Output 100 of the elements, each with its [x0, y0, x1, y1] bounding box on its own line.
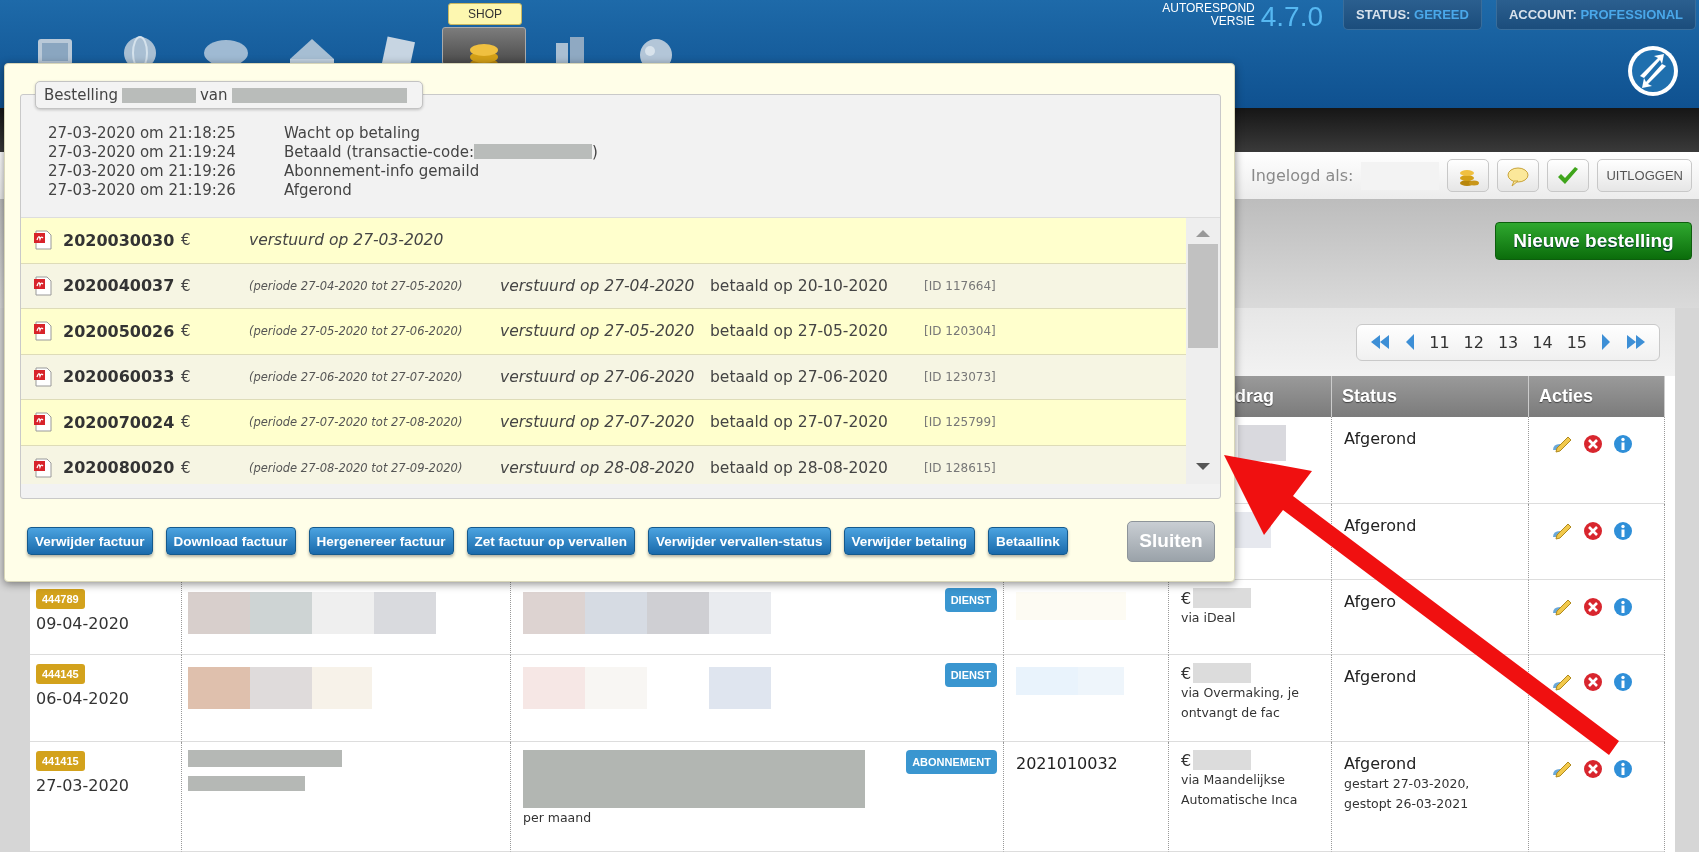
- delete-icon[interactable]: [1583, 597, 1603, 617]
- blurred-block: [374, 592, 436, 634]
- logged-in-label: Ingelogd als:: [1250, 166, 1354, 185]
- edit-icon[interactable]: [1551, 672, 1573, 692]
- invoice-row[interactable]: 2020050026 € (periode 27-05-2020 tot 27-06-2020) verstuurd op 27-05-2020 betaald op 27-05-2020 [ID 120304]: [21, 309, 1186, 355]
- status-text: Afgero: [1344, 592, 1398, 612]
- paid-date: betaald op 28-08-2020: [710, 458, 889, 477]
- version-label: AUTORESPOND: [1162, 2, 1255, 15]
- status-button[interactable]: ACCOUNT: PROFESSIONAL: [1495, 0, 1696, 30]
- invoice-number: 2020080020: [63, 458, 176, 478]
- currency-sign: €: [181, 367, 192, 386]
- blurred-block: [312, 667, 372, 709]
- status-text: Afgerond: [1344, 429, 1418, 449]
- info-icon[interactable]: [1613, 672, 1633, 692]
- info-icon[interactable]: [1613, 597, 1633, 617]
- invoice-row[interactable]: 2020070024 € (periode 27-07-2020 tot 27-08-2020) verstuurd op 27-07-2020 betaald op 27-07-2020 [ID 125799]: [21, 400, 1186, 446]
- currency-sign: €: [1181, 588, 1192, 608]
- log-event: Wacht op betaling: [284, 123, 421, 142]
- first-page-button[interactable]: [1369, 333, 1392, 351]
- delete-icon[interactable]: [1583, 759, 1603, 779]
- currency-sign: €: [181, 458, 192, 477]
- pdf-icon[interactable]: [34, 366, 52, 387]
- action-button[interactable]: Verwijder vervallen-status: [647, 527, 831, 555]
- blurred-block: [188, 667, 250, 709]
- currency-sign: €: [1181, 663, 1192, 683]
- new-order-button[interactable]: Nieuwe bestelling: [1495, 222, 1692, 260]
- edit-icon[interactable]: [1551, 759, 1573, 779]
- scroll-down-icon[interactable]: [1195, 462, 1211, 472]
- status-button[interactable]: STATUS: GEREED: [1343, 0, 1482, 30]
- action-button[interactable]: Zet factuur op vervallen: [466, 527, 635, 555]
- blurred-block: [188, 592, 250, 634]
- delete-icon[interactable]: [1583, 672, 1603, 692]
- next-page-button[interactable]: [1601, 333, 1611, 351]
- edit-icon[interactable]: [1551, 434, 1573, 454]
- version-label: VERSIE: [1209, 15, 1255, 28]
- invoice-row[interactable]: 2020080020 € (periode 27-08-2020 tot 27-09-2020) verstuurd op 28-08-2020 betaald op 28-08-2020 [ID 128615]: [21, 445, 1186, 484]
- blurred-block: [585, 592, 647, 634]
- invoice-row[interactable]: 2020040037 € (periode 27-04-2020 tot 27-05-2020) verstuurd op 27-04-2020 betaald op 20-10-2020 [ID 117664]: [21, 263, 1186, 309]
- info-icon[interactable]: [1613, 521, 1633, 541]
- title-text: Bestelling: [44, 86, 118, 104]
- scrollbar[interactable]: [1186, 218, 1220, 484]
- info-icon[interactable]: [1613, 434, 1633, 454]
- payment-method: via Overmaking, je: [1181, 684, 1300, 702]
- action-button[interactable]: Hergenereer factuur: [308, 527, 454, 555]
- pdf-icon[interactable]: [34, 230, 52, 251]
- blurred-block: [250, 592, 312, 634]
- payment-method: via iDeal: [1181, 609, 1237, 627]
- info-icon[interactable]: [1613, 759, 1633, 779]
- currency-sign: €: [181, 413, 192, 432]
- invoice-number: 2020040037: [63, 276, 176, 296]
- action-button[interactable]: Betaallink: [988, 527, 1068, 555]
- invoice-row[interactable]: 2020030030 € verstuurd op 27-03-2020: [21, 218, 1186, 264]
- invoice-period: (periode 27-05-2020 tot 27-06-2020): [249, 324, 464, 339]
- invoice-row[interactable]: 2020060033 € (periode 27-06-2020 tot 27-07-2020) verstuurd op 27-06-2020 betaald op 27-06-2020 [ID 123073]: [21, 354, 1186, 400]
- status-text: Afgerond: [1344, 667, 1418, 687]
- previous-page-button[interactable]: [1405, 333, 1416, 351]
- delete-icon[interactable]: [1583, 434, 1603, 454]
- action-button[interactable]: Download factuur: [165, 527, 296, 555]
- page-link[interactable]: 13: [1497, 332, 1519, 352]
- blurred-block: [312, 592, 374, 634]
- logout-button[interactable]: UITLOGGEN: [1597, 159, 1692, 192]
- delete-icon[interactable]: [1583, 521, 1603, 541]
- page-link[interactable]: 14: [1532, 332, 1553, 352]
- payment-method: ontvangt de fac: [1181, 704, 1281, 722]
- log-event: Abonnement-info gemaild: [284, 161, 480, 180]
- invoice-id: [ID 120304]: [924, 324, 996, 339]
- invoice-number: 2021010032: [1016, 754, 1119, 773]
- redacted-block: [1193, 750, 1252, 770]
- paid-date: betaald op 27-07-2020: [710, 413, 889, 432]
- invoice-number: 2020030030: [63, 230, 176, 250]
- page-link[interactable]: 12: [1463, 332, 1484, 352]
- invoice-id: [ID 128615]: [924, 460, 996, 475]
- invoice-period: (periode 27-08-2020 tot 27-09-2020): [249, 460, 464, 475]
- pdf-icon[interactable]: [34, 321, 52, 342]
- log-time: 27-03-2020 om 21:19:26: [48, 161, 237, 180]
- action-button[interactable]: Verwijder betaling: [843, 527, 976, 555]
- version-number: 4.7.0: [1260, 2, 1323, 32]
- action-button[interactable]: Verwijder factuur: [27, 527, 153, 555]
- page-link[interactable]: 15: [1566, 332, 1587, 352]
- blurred-block: [523, 667, 585, 709]
- column-header[interactable]: Status: [1332, 386, 1397, 407]
- edit-icon[interactable]: [1551, 521, 1573, 541]
- toolbar-button[interactable]: [1547, 159, 1590, 192]
- log-event: Afgerond: [284, 180, 352, 199]
- invoice-id: [ID 123073]: [924, 369, 996, 384]
- pdf-icon[interactable]: [34, 412, 52, 433]
- sent-date: verstuurd op 27-06-2020: [500, 367, 696, 386]
- tooltip: SHOP: [448, 3, 522, 25]
- scrollbar-thumb[interactable]: [1188, 244, 1218, 348]
- paid-date: betaald op 27-05-2020: [710, 322, 889, 341]
- invoice-number: 2020050026: [63, 321, 176, 341]
- last-page-button[interactable]: [1625, 333, 1647, 351]
- currency-sign: €: [1181, 750, 1192, 770]
- status-text: Afgerond: [1344, 754, 1418, 774]
- pdf-icon[interactable]: [34, 275, 52, 296]
- paid-date: betaald op 20-10-2020: [710, 276, 889, 295]
- toolbar-button[interactable]: [1447, 159, 1490, 192]
- page-link[interactable]: 11: [1429, 332, 1450, 352]
- pdf-icon[interactable]: [34, 457, 52, 478]
- edit-icon[interactable]: [1551, 597, 1573, 617]
